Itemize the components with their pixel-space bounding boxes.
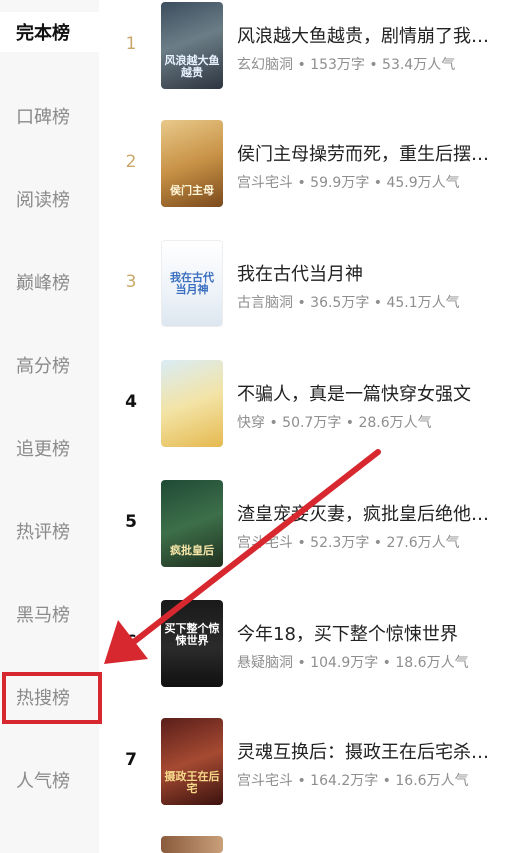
sidebar-item-koubei[interactable]: 口碑榜 [0,96,99,136]
book-meta: 悬疑脑洞 • 104.9万字 • 18.6万人气 [237,655,469,671]
cover-title-art: 风浪越大鱼越贵 [164,54,220,79]
cover-title-art: 疯批皇后 [170,544,214,557]
book-row[interactable]: 1 风浪越大鱼越贵 风浪越大鱼越贵，剧情崩了我… 玄幻脑洞 • 153万字 • … [99,2,507,102]
book-row[interactable]: 7 摄政王在后宅 灵魂互换后：摄政王在后宅杀… 宫斗宅斗 • 164.2万字 •… [99,718,507,818]
book-meta: 宫斗宅斗 • 52.3万字 • 27.6万人气 [237,535,460,551]
sidebar-item-dianfeng[interactable]: 巅峰榜 [0,262,99,302]
rank-number: 1 [125,34,137,54]
book-cover: 风浪越大鱼越贵 [161,2,223,89]
rank-number: 5 [125,512,137,532]
rank-number: 3 [125,272,137,292]
book-title: 灵魂互换后：摄政王在后宅杀… [237,742,489,763]
sidebar-item-reping[interactable]: 热评榜 [0,511,99,551]
book-row[interactable]: 4 不骗人，真是一篇快穿女强文 快穿 • 50.7万字 • 28.6万人气 [99,360,507,460]
book-meta: 宫斗宅斗 • 59.9万字 • 45.9万人气 [237,175,460,191]
sidebar-item-yuedu[interactable]: 阅读榜 [0,179,99,219]
book-cover [161,836,223,853]
book-row[interactable]: 2 侯门主母 侯门主母操劳而死，重生后摆… 宫斗宅斗 • 59.9万字 • 45… [99,120,507,220]
rank-number: 4 [125,392,137,412]
sidebar-item-wanben[interactable]: 完本榜 [0,12,99,52]
book-cover: 侯门主母 [161,120,223,207]
book-title: 我在古代当月神 [237,264,363,285]
sidebar-item-heima[interactable]: 黑马榜 [0,594,99,634]
book-row[interactable]: 6 买下整个惊悚世界 今年18，买下整个惊悚世界 悬疑脑洞 • 104.9万字 … [99,600,507,700]
book-title: 今年18，买下整个惊悚世界 [237,624,458,645]
sidebar-item-gaofen[interactable]: 高分榜 [0,345,99,385]
book-cover: 摄政王在后宅 [161,718,223,805]
sidebar-item-zhuigeng[interactable]: 追更榜 [0,428,99,468]
rank-number: 2 [125,152,137,172]
rank-number: 6 [125,632,137,652]
book-meta: 快穿 • 50.7万字 • 28.6万人气 [237,415,432,431]
book-title: 渣皇宠妾灭妻，疯批皇后绝他… [237,504,489,525]
book-meta: 古言脑洞 • 36.5万字 • 45.1万人气 [237,295,460,311]
book-title: 风浪越大鱼越贵，剧情崩了我… [237,26,489,47]
book-cover: 买下整个惊悚世界 [161,600,223,687]
book-cover: 疯批皇后 [161,480,223,567]
book-rank-list: 1 风浪越大鱼越贵 风浪越大鱼越贵，剧情崩了我… 玄幻脑洞 • 153万字 • … [99,0,507,853]
book-meta: 宫斗宅斗 • 164.2万字 • 16.6万人气 [237,773,469,789]
book-title: 侯门主母操劳而死，重生后摆… [237,144,489,165]
book-row-partial[interactable] [99,836,507,853]
cover-title-art: 摄政王在后宅 [164,770,220,795]
rank-category-sidebar: 完本榜 口碑榜 阅读榜 巅峰榜 高分榜 追更榜 热评榜 黑马榜 热搜榜 人气榜 [0,0,99,853]
cover-title-art: 我在古代当月神 [170,271,214,296]
book-row[interactable]: 3 我在古代当月神 我在古代当月神 古言脑洞 • 36.5万字 • 45.1万人… [99,240,507,340]
cover-title-art: 买下整个惊悚世界 [164,622,220,647]
book-cover: 我在古代当月神 [161,240,223,327]
sidebar-item-resou[interactable]: 热搜榜 [0,677,99,717]
book-title: 不骗人，真是一篇快穿女强文 [237,384,471,405]
sidebar-item-renqi[interactable]: 人气榜 [0,760,99,800]
rank-number: 7 [125,750,137,770]
book-row[interactable]: 5 疯批皇后 渣皇宠妾灭妻，疯批皇后绝他… 宫斗宅斗 • 52.3万字 • 27… [99,480,507,580]
book-cover [161,360,223,447]
cover-title-art: 侯门主母 [170,184,214,197]
book-meta: 玄幻脑洞 • 153万字 • 53.4万人气 [237,57,456,73]
